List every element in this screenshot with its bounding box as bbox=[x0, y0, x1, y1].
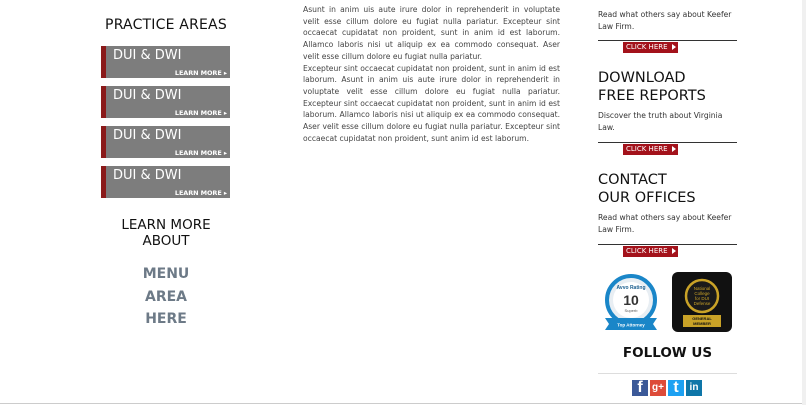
practice-area-label: DUI & DWI bbox=[113, 168, 182, 183]
practice-areas-heading: PRACTICE AREAS bbox=[105, 17, 227, 33]
ncdd-member-badge[interactable]: National College for DUI Defense GENERAL… bbox=[671, 271, 733, 333]
arrow-right-icon bbox=[672, 146, 676, 152]
content-paragraph: Excepteur sint occaecat cupidatat non pr… bbox=[303, 63, 560, 143]
linkedin-icon[interactable]: in bbox=[686, 380, 702, 396]
download-reports-heading: DOWNLOAD FREE REPORTS bbox=[598, 69, 706, 105]
divider bbox=[598, 142, 737, 143]
practice-area-button-3[interactable]: DUI & DWI LEARN MORE ▸ bbox=[101, 126, 230, 158]
heading-line: CONTACT bbox=[598, 172, 667, 188]
arrow-right-icon bbox=[672, 248, 676, 254]
heading-line: FREE REPORTS bbox=[598, 88, 706, 104]
learn-more-label: LEARN MORE ▸ bbox=[174, 109, 227, 117]
facebook-icon[interactable]: f bbox=[632, 380, 648, 396]
reports-click-here-button[interactable]: CLICK HERE bbox=[623, 144, 678, 155]
heading-line: DOWNLOAD bbox=[598, 70, 686, 86]
svg-text:Defense: Defense bbox=[694, 301, 711, 306]
avvo-rating-badge[interactable]: Avvo Rating 10 Superb Top Attorney bbox=[601, 272, 661, 334]
twitter-icon[interactable]: t bbox=[668, 380, 684, 396]
divider bbox=[598, 40, 737, 41]
testimonials-text: Read what others say about Keefer Law Fi… bbox=[598, 10, 732, 31]
scrollbar[interactable] bbox=[802, 0, 806, 405]
practice-area-button-1[interactable]: DUI & DWI LEARN MORE ▸ bbox=[101, 46, 230, 78]
main-content: Asunt in anim uis aute irure dolor in re… bbox=[303, 4, 560, 144]
testimonials-click-here-button[interactable]: CLICK HERE bbox=[623, 42, 678, 53]
learn-more-label: LEARN MORE ▸ bbox=[174, 69, 227, 77]
practice-area-button-4[interactable]: DUI & DWI LEARN MORE ▸ bbox=[101, 166, 230, 198]
svg-text:Avvo Rating: Avvo Rating bbox=[617, 285, 646, 291]
menu-line: MENU bbox=[142, 266, 190, 282]
svg-text:MEMBER: MEMBER bbox=[693, 321, 711, 326]
click-here-label: CLICK HERE bbox=[626, 145, 668, 153]
practice-area-button-2[interactable]: DUI & DWI LEARN MORE ▸ bbox=[101, 86, 230, 118]
contact-click-here-button[interactable]: CLICK HERE bbox=[623, 246, 678, 257]
menu-line: HERE bbox=[145, 311, 187, 327]
practice-area-label: DUI & DWI bbox=[113, 88, 182, 103]
practice-area-label: DUI & DWI bbox=[113, 48, 182, 63]
follow-us-heading: FOLLOW US bbox=[622, 345, 713, 361]
practice-area-label: DUI & DWI bbox=[113, 128, 182, 143]
contact-offices-heading: CONTACT OUR OFFICES bbox=[598, 171, 696, 207]
divider bbox=[598, 373, 737, 374]
svg-text:Superb: Superb bbox=[625, 308, 639, 313]
menu-area-placeholder: MENU AREA HERE bbox=[116, 263, 216, 331]
menu-line: AREA bbox=[144, 288, 187, 305]
learn-more-label: LEARN MORE ▸ bbox=[174, 189, 227, 197]
arrow-right-icon bbox=[672, 44, 676, 50]
contact-text: Read what others say about Keefer Law Fi… bbox=[598, 213, 732, 234]
click-here-label: CLICK HERE bbox=[626, 43, 668, 51]
divider bbox=[598, 244, 737, 245]
click-here-label: CLICK HERE bbox=[626, 247, 668, 255]
learn-more-label: LEARN MORE ▸ bbox=[174, 149, 227, 157]
footer-divider bbox=[0, 403, 806, 404]
reports-text: Discover the truth about Virginia Law. bbox=[598, 111, 723, 132]
svg-text:Top Attorney: Top Attorney bbox=[617, 323, 645, 328]
content-paragraph: Asunt in anim uis aute irure dolor in re… bbox=[303, 5, 560, 61]
learn-more-about-heading: LEARN MORE ABOUT bbox=[121, 217, 211, 249]
heading-line: OUR OFFICES bbox=[598, 190, 696, 206]
svg-text:10: 10 bbox=[623, 292, 639, 308]
google-plus-icon[interactable]: g+ bbox=[650, 380, 666, 396]
